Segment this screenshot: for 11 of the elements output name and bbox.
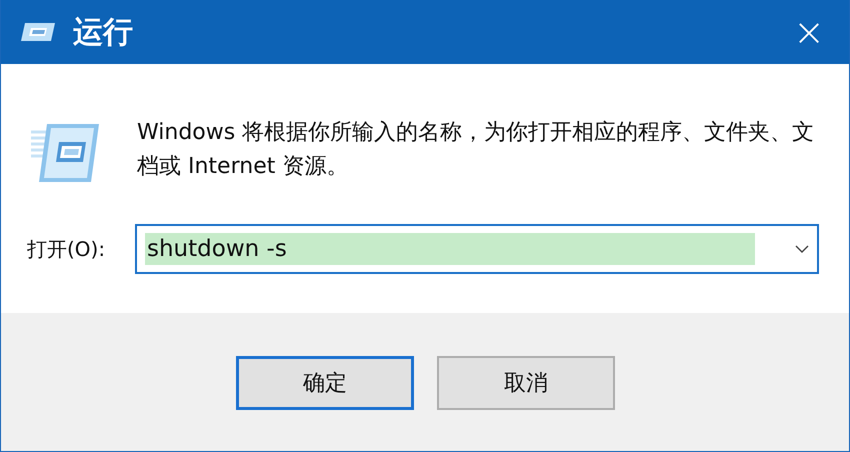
dropdown-chevron-icon[interactable]	[795, 245, 809, 253]
run-icon	[19, 21, 57, 43]
description-text: Windows 将根据你所输入的名称，为你打开相应的程序、文件夹、文档或 Internet 资源。	[137, 119, 816, 181]
command-combo-box[interactable]: shutdown -s	[135, 224, 819, 274]
command-text: shutdown -s	[145, 233, 755, 265]
cancel-button[interactable]: 取消	[437, 356, 615, 410]
window-title: 运行	[73, 14, 134, 52]
open-label: 打开(O):	[27, 236, 106, 262]
ok-button[interactable]: 确定	[236, 356, 414, 410]
run-icon	[31, 122, 99, 184]
close-button[interactable]: ×	[769, 0, 849, 64]
